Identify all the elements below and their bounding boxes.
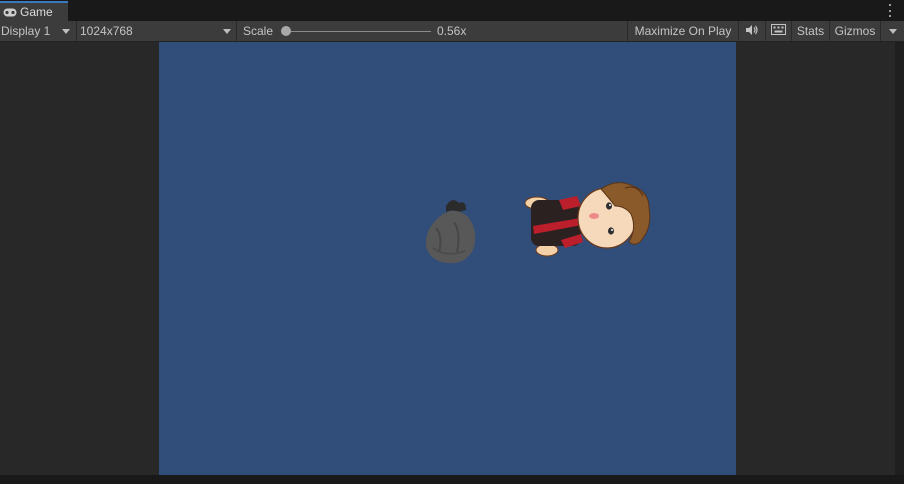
game-toolbar: Display 1 1024x768 Scale 0.56x Maximize …	[0, 21, 904, 42]
more-options-icon[interactable]	[888, 4, 892, 17]
scale-slider-handle[interactable]	[281, 26, 291, 36]
divider	[236, 21, 237, 41]
mute-audio-toggle[interactable]	[739, 21, 765, 41]
display-dropdown[interactable]: Display 1	[0, 21, 76, 41]
chevron-down-icon	[888, 28, 897, 34]
letterbox-right	[736, 42, 895, 475]
bottom-bar	[0, 475, 904, 484]
stats-button[interactable]: Stats	[792, 21, 829, 41]
trash-bag-sprite	[425, 200, 476, 264]
tab-title: Game	[20, 5, 53, 19]
tab-bar: Game	[0, 0, 904, 21]
tab-game[interactable]: Game	[0, 1, 68, 21]
scale-slider-track[interactable]	[287, 31, 431, 32]
keyboard-icon	[771, 24, 786, 38]
speaker-icon	[745, 24, 759, 39]
boy-character-sprite	[525, 182, 651, 257]
letterbox-left	[0, 42, 159, 475]
gizmos-button[interactable]: Gizmos	[830, 21, 880, 41]
maximize-on-play-label: Maximize On Play	[634, 24, 732, 38]
maximize-on-play-toggle[interactable]: Maximize On Play	[628, 21, 738, 41]
gamepad-icon	[3, 7, 17, 17]
window-edge	[895, 42, 904, 475]
chevron-down-icon	[223, 29, 231, 34]
resolution-dropdown[interactable]: 1024x768	[77, 21, 235, 41]
scale-value: 0.56x	[437, 24, 467, 38]
stats-label: Stats	[796, 24, 825, 38]
display-label: Display 1	[1, 24, 51, 38]
gizmos-dropdown[interactable]	[881, 21, 904, 41]
resolution-label: 1024x768	[80, 24, 133, 38]
gizmos-label: Gizmos	[834, 24, 876, 38]
game-view[interactable]	[159, 42, 736, 475]
scale-label: Scale	[243, 24, 274, 38]
keyboard-shortcuts-toggle[interactable]	[766, 21, 791, 41]
chevron-down-icon	[62, 28, 71, 34]
